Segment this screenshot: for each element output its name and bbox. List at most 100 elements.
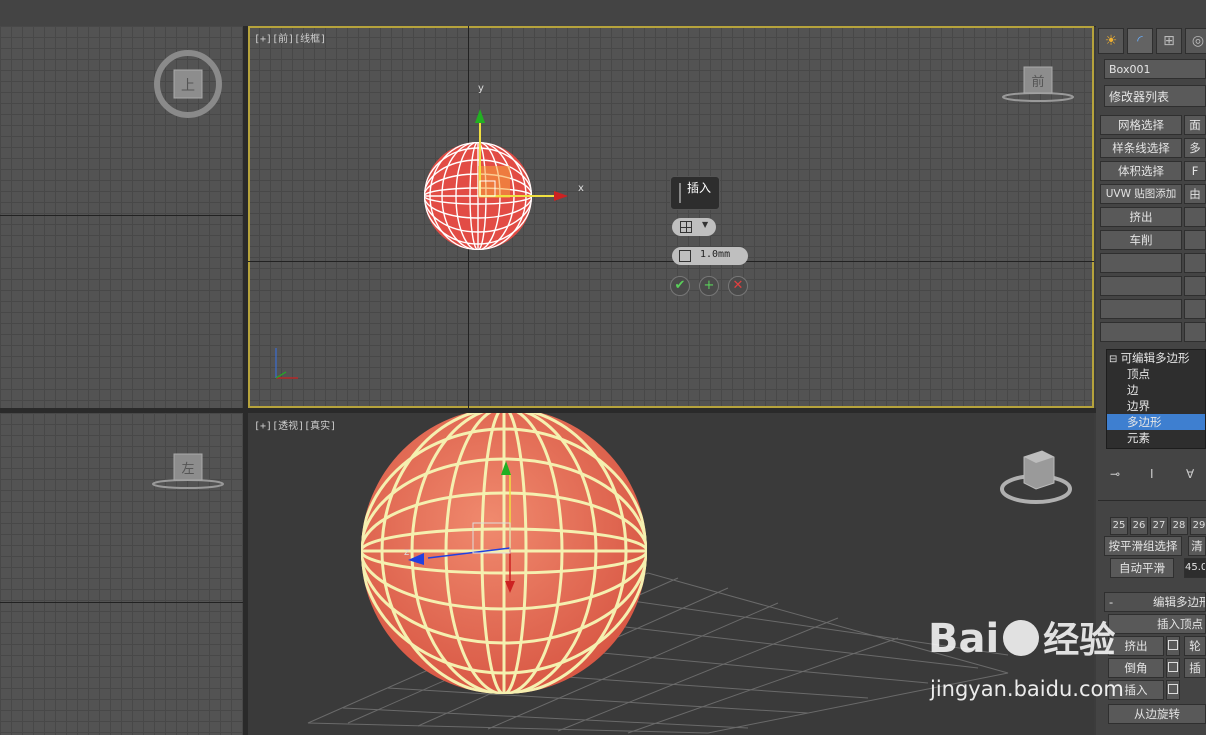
stack-item-polygon[interactable]: 多边形 [1107, 414, 1205, 430]
show-end-result-icon[interactable]: I [1150, 467, 1154, 481]
watermark-logo: Bai 经验 [928, 611, 1115, 663]
rollout-title: 编辑多边形 [1153, 595, 1206, 609]
viewcube-front-label: 前 [1031, 74, 1044, 90]
mesh-select-button[interactable]: 网格选择 [1100, 115, 1182, 135]
viewport-view-name: [前] [272, 34, 295, 45]
modifier-empty-button[interactable] [1184, 253, 1206, 273]
axis-x-label: x [578, 183, 584, 194]
viewport-menu-plus: [+] [254, 34, 273, 45]
viewport-front[interactable]: [+][前][线框] 前 y x 插入 ▼ 1.0mm ✔ + ✕ [248, 26, 1094, 408]
viewport-shading: [真实] [304, 421, 337, 432]
check-icon: ✔ [674, 278, 686, 293]
modifier-right-button-2[interactable]: 多 [1184, 138, 1206, 158]
make-unique-icon[interactable]: ∀ [1186, 467, 1194, 481]
caddy-ok-button[interactable]: ✔ [670, 276, 690, 296]
viewport-shading: [线框] [294, 34, 327, 45]
insert-vertex-button[interactable]: 插入顶点 [1108, 614, 1206, 634]
object-name-field[interactable]: Box001 [1104, 59, 1206, 79]
viewport-left[interactable]: 左 [0, 413, 243, 735]
modifier-right-button-3[interactable]: F [1184, 161, 1206, 181]
inset-right-button[interactable]: 插 [1184, 658, 1206, 678]
inset-settings-button[interactable] [1166, 680, 1180, 700]
collapse-icon[interactable]: ⊟ [1109, 354, 1121, 365]
outline-button[interactable]: 轮 [1184, 636, 1206, 656]
top-toolbar [0, 0, 1206, 27]
smoothing-27[interactable]: 27 [1150, 517, 1168, 535]
transform-gizmo-perspective[interactable]: z [398, 443, 558, 603]
watermark-url: jingyan.baidu.com [930, 677, 1124, 701]
inset-amount-field[interactable]: 1.0mm [672, 247, 748, 265]
select-by-smoothing-button[interactable]: 按平滑组选择 [1104, 536, 1182, 556]
modifier-empty-button[interactable] [1100, 276, 1182, 296]
modifier-empty-button[interactable] [1100, 299, 1182, 319]
modify-tab-icon[interactable]: ◜ [1127, 28, 1153, 54]
watermark-brand: Bai [928, 616, 1000, 662]
vol-select-button[interactable]: 体积选择 [1100, 161, 1182, 181]
caddy-drag-handle[interactable] [679, 183, 681, 203]
world-axis-tripod [275, 348, 298, 379]
caddy-apply-button[interactable]: + [699, 276, 719, 296]
smoothing-25[interactable]: 25 [1110, 517, 1128, 535]
motion-tab-icon[interactable]: ◎ [1185, 28, 1206, 54]
grid-icon [680, 221, 692, 233]
viewport-front-label[interactable]: [+][前][线框] [254, 30, 326, 45]
axis-z-label: z [404, 547, 409, 558]
transform-gizmo-front[interactable]: y x [468, 81, 588, 201]
caddy-cancel-button[interactable]: ✕ [728, 276, 748, 296]
smoothing-26[interactable]: 26 [1130, 517, 1148, 535]
inset-amount-value: 1.0mm [700, 249, 731, 260]
modifier-empty-button[interactable] [1100, 253, 1182, 273]
pin-stack-icon[interactable]: ⊸ [1110, 467, 1120, 481]
modifier-empty-button[interactable] [1184, 299, 1206, 319]
stack-item-border[interactable]: 边界 [1107, 398, 1205, 414]
close-icon: ✕ [732, 278, 744, 293]
settings-icon [1168, 684, 1178, 694]
clear-all-smoothing-button[interactable]: 清 [1188, 536, 1206, 556]
viewcube-perspective[interactable] [996, 443, 1076, 507]
viewcube-left[interactable]: 左 [150, 451, 226, 491]
auto-smooth-threshold[interactable]: 45.0 [1184, 558, 1206, 578]
create-tab-icon[interactable]: ☀ [1098, 28, 1124, 54]
smoothing-28[interactable]: 28 [1170, 517, 1188, 535]
lathe-modifier-button[interactable]: 车削 [1100, 230, 1182, 250]
hierarchy-tab-icon[interactable]: ⊞ [1156, 28, 1182, 54]
modifier-right-button-6[interactable] [1184, 230, 1206, 250]
stack-item-element[interactable]: 元素 [1107, 430, 1205, 446]
auto-smooth-button[interactable]: 自动平滑 [1110, 558, 1174, 578]
viewport-persp-label[interactable]: [+][透视][真实] [254, 417, 336, 432]
caddy-title-box: 插入 [670, 176, 720, 210]
modifier-right-button-4[interactable]: 由 [1184, 184, 1206, 204]
uvw-map-add-button[interactable]: UVW 贴图添加 [1100, 184, 1182, 204]
extrude-settings-button[interactable] [1166, 636, 1180, 656]
plus-icon: + [703, 278, 715, 293]
stack-item-edge[interactable]: 边 [1107, 382, 1205, 398]
modifier-list-dropdown[interactable]: 修改器列表 [1104, 85, 1206, 107]
viewport-top[interactable]: 上 [0, 26, 243, 408]
smoothing-group-row: 25262728293 [1110, 513, 1206, 535]
smoothing-29[interactable]: 29 [1190, 517, 1206, 535]
inset-type-dropdown[interactable]: ▼ [672, 218, 716, 236]
viewcube-top[interactable]: 上 [150, 46, 226, 122]
stack-item-label: 可编辑多边形 [1120, 351, 1190, 365]
stack-item-editable-poly[interactable]: ⊟ 可编辑多边形 [1107, 350, 1205, 366]
modifier-right-button-1[interactable]: 面 [1184, 115, 1206, 135]
viewcube-left-label: 左 [181, 462, 194, 477]
stack-item-vertex[interactable]: 顶点 [1107, 366, 1205, 382]
inset-caddy: 插入 ▼ 1.0mm ✔ + ✕ [670, 176, 750, 296]
modifier-stack[interactable]: ⊟ 可编辑多边形 顶点 边 边界 多边形 元素 [1106, 349, 1206, 449]
viewport-view-name: [透视] [272, 421, 305, 432]
modifier-empty-button[interactable] [1184, 322, 1206, 342]
stack-tools: ⊸ I ∀ [1110, 467, 1206, 487]
viewcube-front[interactable]: 前 [1000, 64, 1076, 104]
watermark-brand2: 经验 [1043, 620, 1116, 661]
modifier-right-button-5[interactable] [1184, 207, 1206, 227]
modifier-empty-button[interactable] [1100, 322, 1182, 342]
spline-select-button[interactable]: 样条线选择 [1100, 138, 1182, 158]
modifier-empty-button[interactable] [1184, 276, 1206, 296]
extrude-modifier-button[interactable]: 挤出 [1100, 207, 1182, 227]
viewcube-top-label: 上 [181, 78, 195, 94]
hinge-from-edge-button[interactable]: 从边旋转 [1108, 704, 1206, 724]
bevel-settings-button[interactable] [1166, 658, 1180, 678]
chevron-down-icon: ▼ [702, 220, 709, 229]
baidu-watermark: Bai 经验 jingyan.baidu.com [920, 605, 1124, 715]
